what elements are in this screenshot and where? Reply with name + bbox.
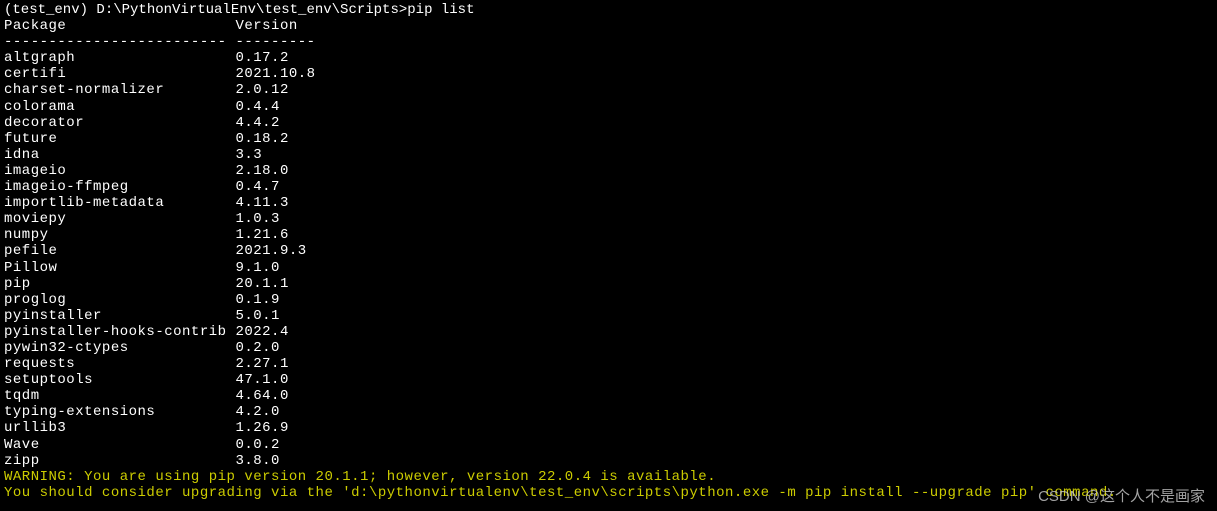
table-separator-row: ------------------------- ---------	[4, 34, 1213, 50]
package-name: colorama	[4, 99, 235, 115]
header-package: Package	[4, 18, 235, 34]
package-version: 0.0.2	[235, 437, 280, 453]
package-version: 2.18.0	[235, 163, 288, 179]
package-row: importlib-metadata 4.11.3	[4, 195, 1213, 211]
package-name: decorator	[4, 115, 235, 131]
package-row: urllib3 1.26.9	[4, 420, 1213, 436]
package-name: pefile	[4, 243, 235, 259]
package-row: imageio-ffmpeg 0.4.7	[4, 179, 1213, 195]
package-name: imageio-ffmpeg	[4, 179, 235, 195]
package-version: 20.1.1	[235, 276, 288, 292]
package-row: charset-normalizer 2.0.12	[4, 82, 1213, 98]
watermark: CSDN @这个人不是画家	[1038, 488, 1205, 505]
package-version: 5.0.1	[235, 308, 280, 324]
package-row: typing-extensions 4.2.0	[4, 404, 1213, 420]
package-row: moviepy 1.0.3	[4, 211, 1213, 227]
package-version: 2021.9.3	[235, 243, 306, 259]
package-name: importlib-metadata	[4, 195, 235, 211]
package-row: Pillow 9.1.0	[4, 260, 1213, 276]
header-version: Version	[235, 18, 297, 34]
package-row: setuptools 47.1.0	[4, 372, 1213, 388]
package-name: pyinstaller-hooks-contrib	[4, 324, 235, 340]
package-version: 4.4.2	[235, 115, 280, 131]
package-version: 4.2.0	[235, 404, 280, 420]
package-name: typing-extensions	[4, 404, 235, 420]
package-row: requests 2.27.1	[4, 356, 1213, 372]
package-row: Wave 0.0.2	[4, 437, 1213, 453]
command-prompt-line[interactable]: (test_env) D:\PythonVirtualEnv\test_env\…	[4, 2, 1213, 18]
package-version: 9.1.0	[235, 260, 280, 276]
package-name: numpy	[4, 227, 235, 243]
table-header-row: Package Version	[4, 18, 1213, 34]
package-name: Pillow	[4, 260, 235, 276]
package-version: 1.26.9	[235, 420, 288, 436]
separator-version: ---------	[235, 34, 315, 50]
package-version: 4.64.0	[235, 388, 288, 404]
warning-line-2: You should consider upgrading via the 'd…	[4, 485, 1213, 501]
package-version: 1.21.6	[235, 227, 288, 243]
package-version: 2022.4	[235, 324, 288, 340]
package-name: urllib3	[4, 420, 235, 436]
package-version: 3.3	[235, 147, 262, 163]
package-version: 0.1.9	[235, 292, 280, 308]
package-version: 0.18.2	[235, 131, 288, 147]
package-name: Wave	[4, 437, 235, 453]
package-version: 2.27.1	[235, 356, 288, 372]
package-name: pip	[4, 276, 235, 292]
package-row: future 0.18.2	[4, 131, 1213, 147]
package-row: pefile 2021.9.3	[4, 243, 1213, 259]
package-row: altgraph 0.17.2	[4, 50, 1213, 66]
package-row: proglog 0.1.9	[4, 292, 1213, 308]
package-name: moviepy	[4, 211, 235, 227]
package-name: proglog	[4, 292, 235, 308]
package-version: 0.17.2	[235, 50, 288, 66]
package-version: 47.1.0	[235, 372, 288, 388]
package-row: tqdm 4.64.0	[4, 388, 1213, 404]
package-name: pyinstaller	[4, 308, 235, 324]
package-version: 4.11.3	[235, 195, 288, 211]
package-name: tqdm	[4, 388, 235, 404]
package-row: pyinstaller-hooks-contrib 2022.4	[4, 324, 1213, 340]
package-version: 0.4.7	[235, 179, 280, 195]
package-row: pip 20.1.1	[4, 276, 1213, 292]
package-row: imageio 2.18.0	[4, 163, 1213, 179]
warning-line-1: WARNING: You are using pip version 20.1.…	[4, 469, 1213, 485]
package-name: altgraph	[4, 50, 235, 66]
package-row: pyinstaller 5.0.1	[4, 308, 1213, 324]
package-row: certifi 2021.10.8	[4, 66, 1213, 82]
package-name: charset-normalizer	[4, 82, 235, 98]
package-row: idna 3.3	[4, 147, 1213, 163]
command-text: pip list	[407, 2, 474, 18]
package-list: altgraph 0.17.2certifi 2021.10.8charset-…	[4, 50, 1213, 468]
package-name: zipp	[4, 453, 235, 469]
package-row: numpy 1.21.6	[4, 227, 1213, 243]
package-name: idna	[4, 147, 235, 163]
package-version: 0.2.0	[235, 340, 280, 356]
package-name: pywin32-ctypes	[4, 340, 235, 356]
package-name: imageio	[4, 163, 235, 179]
package-version: 3.8.0	[235, 453, 280, 469]
prompt-prefix: (test_env) D:\PythonVirtualEnv\test_env\…	[4, 2, 407, 18]
package-row: colorama 0.4.4	[4, 99, 1213, 115]
package-name: certifi	[4, 66, 235, 82]
package-name: future	[4, 131, 235, 147]
package-name: setuptools	[4, 372, 235, 388]
separator-package: -------------------------	[4, 34, 235, 50]
package-row: pywin32-ctypes 0.2.0	[4, 340, 1213, 356]
package-version: 2021.10.8	[235, 66, 315, 82]
package-version: 2.0.12	[235, 82, 288, 98]
package-version: 1.0.3	[235, 211, 280, 227]
package-row: zipp 3.8.0	[4, 453, 1213, 469]
package-name: requests	[4, 356, 235, 372]
package-row: decorator 4.4.2	[4, 115, 1213, 131]
package-version: 0.4.4	[235, 99, 280, 115]
